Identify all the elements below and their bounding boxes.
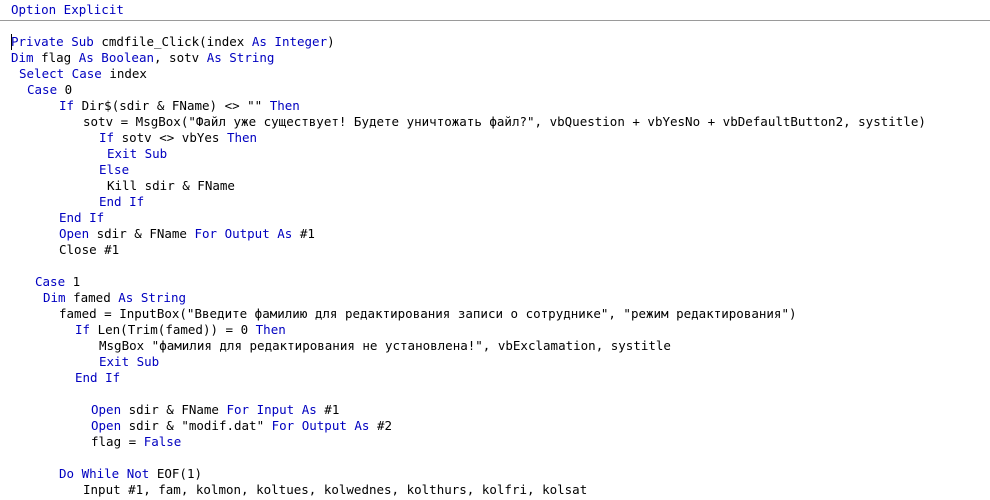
code-line[interactable]: Open sdir & FName For Input As #1 (91, 402, 339, 418)
code-keyword: End If (59, 210, 105, 225)
code-line[interactable]: Case 1 (35, 274, 80, 290)
code-keyword: End If (99, 194, 145, 209)
code-keyword: Dim (11, 50, 34, 65)
code-keyword: As Integer (251, 34, 328, 49)
code-text: EOF(1) (149, 466, 202, 481)
code-text: ) (327, 34, 335, 49)
code-line[interactable]: MsgBox "фамилия для редактирования не ус… (99, 338, 671, 354)
code-keyword: As String (206, 50, 275, 65)
code-keyword: Exit Sub (107, 146, 168, 161)
code-line[interactable]: Close #1 (59, 242, 119, 258)
code-line[interactable]: sotv = MsgBox("Файл уже существует! Буде… (83, 114, 926, 130)
code-line[interactable]: Select Case index (19, 66, 147, 82)
code-keyword: Exit Sub (99, 354, 160, 369)
code-line[interactable]: Input #1, fam, kolmon, koltues, kolwedne… (83, 482, 587, 498)
code-text: sdir & "modif.dat" (121, 418, 272, 433)
code-keyword: End If (75, 370, 121, 385)
code-line[interactable]: Private Sub cmdfile_Click(index As Integ… (11, 34, 335, 50)
code-keyword: Then (226, 130, 258, 145)
code-text: MsgBox "фамилия для редактирования не ус… (99, 338, 671, 353)
code-editor[interactable]: Option Explicit Private Sub cmdfile_Clic… (0, 0, 990, 500)
code-keyword: Open (59, 226, 90, 241)
declarations-section[interactable]: Option Explicit (0, 0, 990, 21)
code-keyword: Private Sub (11, 34, 94, 49)
code-keyword: For Output As (194, 226, 293, 241)
code-text: Input #1, fam, kolmon, koltues, kolwedne… (83, 482, 588, 497)
code-keyword: For Input As (226, 402, 317, 417)
code-text: , sotv (154, 50, 207, 65)
code-keyword: Option Explicit (11, 2, 124, 17)
code-line[interactable]: Open sdir & FName For Output As #1 (59, 226, 315, 242)
code-text: sotv <> vbYes (114, 130, 227, 145)
code-keyword: Select Case (19, 66, 102, 81)
code-text: sdir & FName (121, 402, 227, 417)
code-line[interactable]: Do While Not EOF(1) (59, 466, 202, 482)
code-line[interactable]: Dim flag As Boolean, sotv As String (11, 50, 274, 66)
code-keyword: Open (91, 402, 122, 417)
code-keyword: Dim (43, 290, 66, 305)
code-line[interactable]: Dim famed As String (43, 290, 186, 306)
code-line[interactable]: famed = InputBox("Введите фамилию для ре… (59, 306, 797, 322)
code-line[interactable]: End If (99, 194, 144, 210)
code-line[interactable]: If Len(Trim(famed)) = 0 Then (75, 322, 286, 338)
code-line[interactable]: End If (75, 370, 120, 386)
code-keyword: Then (269, 98, 300, 113)
code-keyword: Do While Not (59, 466, 150, 481)
code-text: Kill sdir & FName (107, 178, 235, 193)
code-keyword: As String (118, 290, 186, 305)
code-text: #2 (369, 418, 393, 433)
code-text: 0 (57, 82, 73, 97)
code-text: famed (65, 290, 119, 305)
code-keyword: Case (35, 274, 66, 289)
code-text: cmdfile_Click(index (93, 34, 252, 49)
code-keyword: For Output As (271, 418, 370, 433)
code-text: #1 (316, 402, 340, 417)
code-text: Close #1 (59, 242, 120, 257)
code-text: Dir$(sdir & FName) <> "" (74, 98, 270, 113)
code-keyword: If (59, 98, 75, 113)
code-keyword: False (143, 434, 182, 449)
code-keyword: Else (99, 162, 130, 177)
code-text: Len(Trim(famed)) = 0 (90, 322, 256, 337)
code-keyword: Case (27, 82, 58, 97)
code-text: sotv = MsgBox("Файл уже существует! Буде… (83, 114, 926, 129)
code-text: 1 (65, 274, 81, 289)
code-keyword: As Boolean (78, 50, 154, 65)
code-keyword: If (75, 322, 91, 337)
code-line[interactable]: flag = False (91, 434, 181, 450)
code-text: flag (33, 50, 79, 65)
code-line[interactable]: If sotv <> vbYes Then (99, 130, 257, 146)
code-text: #1 (292, 226, 315, 241)
code-keyword: If (99, 130, 115, 145)
code-line[interactable]: Case 0 (27, 82, 72, 98)
code-line[interactable]: Option Explicit (11, 2, 124, 18)
code-text: flag = (91, 434, 144, 449)
code-line[interactable]: Open sdir & "modif.dat" For Output As #2 (91, 418, 392, 434)
code-line[interactable]: Exit Sub (99, 354, 159, 370)
code-line[interactable]: Kill sdir & FName (107, 178, 235, 194)
code-text: index (101, 66, 147, 81)
code-line[interactable]: Else (99, 162, 129, 178)
code-line[interactable]: If Dir$(sdir & FName) <> "" Then (59, 98, 300, 114)
code-text: famed = InputBox("Введите фамилию для ре… (59, 306, 797, 321)
code-keyword: Open (91, 418, 122, 433)
code-line[interactable]: Exit Sub (107, 146, 167, 162)
code-text: sdir & FName (89, 226, 195, 241)
code-keyword: Then (255, 322, 286, 337)
code-line[interactable]: End If (59, 210, 104, 226)
